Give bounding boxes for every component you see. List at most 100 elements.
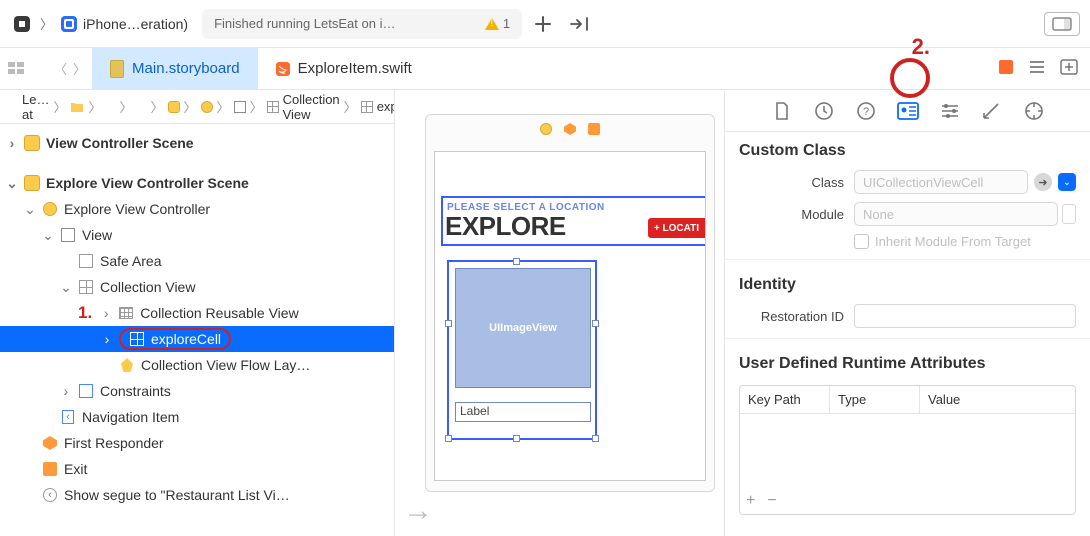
module-stepper[interactable] <box>1062 204 1076 224</box>
tree-label: First Responder <box>64 435 164 451</box>
class-dropdown-button[interactable]: ⌄ <box>1058 173 1076 191</box>
annotation-1-circle: exploreCell <box>119 328 231 350</box>
udr-col-keypath[interactable]: Key Path <box>740 386 830 413</box>
exit-icon[interactable] <box>588 123 600 135</box>
add-tab-button[interactable] <box>528 9 558 39</box>
tree-row-firstresponder[interactable]: First Responder <box>0 430 394 456</box>
user-defined-attributes-table[interactable]: Key Path Type Value + − <box>739 385 1076 515</box>
tree-label: Collection View Flow Lay… <box>141 357 310 373</box>
help-inspector-tab[interactable]: ? <box>855 100 877 122</box>
library-toggle-button[interactable] <box>1044 12 1080 36</box>
tab-main-storyboard[interactable]: Main.storyboard <box>92 48 258 90</box>
scene-card[interactable]: PLEASE SELECT A LOCATION EXPLORE + LOCAT… <box>425 114 715 492</box>
annotation-1: 1. <box>78 303 92 323</box>
resize-handle-icon[interactable] <box>592 435 599 442</box>
folder-icon <box>70 100 84 114</box>
disclosure-right-icon[interactable]: › <box>60 383 72 399</box>
jump-to-class-button[interactable]: ➜ <box>1034 173 1052 191</box>
tree-row-explorecell[interactable]: › exploreCell <box>0 326 394 352</box>
tree-row-controller[interactable]: ⌄ Explore View Controller <box>0 196 394 222</box>
inherit-checkbox[interactable] <box>854 234 869 249</box>
tree-row-flowlayout[interactable]: Collection View Flow Lay… <box>0 352 394 378</box>
disclosure-right-icon[interactable]: › <box>6 135 18 151</box>
activity-status[interactable]: Finished running LetsEat on i… 1 <box>202 9 522 39</box>
identity-inspector-tab[interactable] <box>897 100 919 122</box>
header-title: EXPLORE <box>445 211 566 242</box>
tree-row-safearea[interactable]: Safe Area <box>0 248 394 274</box>
header-reusable-view[interactable]: PLEASE SELECT A LOCATION EXPLORE + LOCAT… <box>441 196 705 246</box>
jump-crumb[interactable]: Le…at <box>22 92 49 122</box>
storyboard-file-icon <box>110 60 124 78</box>
view-icon <box>234 100 246 114</box>
tree-label: View <box>82 227 112 243</box>
inspector-panel: ? Custom Class Class UICollectionViewCel… <box>725 90 1090 536</box>
add-editor-button[interactable] <box>1060 59 1078 78</box>
field-inherit: Inherit Module From Target <box>725 230 1090 253</box>
disclosure-right-icon[interactable]: › <box>100 305 112 321</box>
jump-crumb[interactable]: exploreCell <box>377 99 394 114</box>
location-button[interactable]: + LOCATI <box>648 218 705 238</box>
issue-count-button[interactable]: 1 <box>485 16 510 31</box>
udr-add-button[interactable]: + <box>746 492 755 510</box>
first-responder-icon[interactable] <box>564 123 576 135</box>
module-combo[interactable]: None <box>854 202 1058 226</box>
file-inspector-tab[interactable] <box>771 100 793 122</box>
cell-label[interactable]: Label <box>455 402 591 422</box>
tree-row-segue[interactable]: ‹ Show segue to "Restaurant List Vi… <box>0 482 394 508</box>
disclosure-down-icon[interactable]: ⌄ <box>24 201 36 218</box>
adjust-editor-button[interactable] <box>1028 59 1046 78</box>
connections-inspector-tab[interactable] <box>1023 100 1045 122</box>
storyboard-canvas[interactable]: PLEASE SELECT A LOCATION EXPLORE + LOCAT… <box>395 90 725 536</box>
history-forward-button[interactable]: 〉 <box>73 59 86 78</box>
attributes-inspector-tab[interactable] <box>939 100 961 122</box>
uiimageview-placeholder[interactable]: UIImageView <box>455 268 591 388</box>
code-review-button[interactable] <box>564 9 594 39</box>
explore-cell[interactable]: UIImageView Label <box>447 260 597 440</box>
tree-row-scene[interactable]: › View Controller Scene <box>0 130 394 156</box>
disclosure-right-icon[interactable]: › <box>101 331 113 347</box>
tree-row-exit[interactable]: Exit <box>0 456 394 482</box>
resize-handle-icon[interactable] <box>513 258 520 265</box>
resize-handle-icon[interactable] <box>445 435 452 442</box>
scene-toolbar <box>426 115 714 143</box>
tree-label: Navigation Item <box>82 409 179 425</box>
disclosure-down-icon[interactable]: ⌄ <box>6 175 18 192</box>
section-custom-class: Custom Class <box>725 132 1090 166</box>
history-inspector-tab[interactable] <box>813 100 835 122</box>
controller-icon[interactable] <box>540 123 552 135</box>
field-class: Class UICollectionViewCell ➜ ⌄ <box>725 166 1090 198</box>
tree-label: Explore View Controller <box>64 201 210 217</box>
warning-count: 1 <box>503 16 510 31</box>
cell-label-text: Label <box>460 404 489 418</box>
navigator-toggle[interactable] <box>0 62 48 76</box>
jump-crumb[interactable]: Collection View <box>283 92 340 122</box>
resize-handle-icon[interactable] <box>592 320 599 327</box>
tree-row-scene[interactable]: ⌄ Explore View Controller Scene <box>0 170 394 196</box>
related-items-button[interactable] <box>998 60 1014 77</box>
udr-col-value[interactable]: Value <box>920 386 1075 413</box>
stop-button[interactable] <box>10 12 34 36</box>
tree-label: Safe Area <box>100 253 162 269</box>
restoration-id-input[interactable] <box>854 304 1076 328</box>
resize-handle-icon[interactable] <box>513 435 520 442</box>
disclosure-down-icon[interactable]: ⌄ <box>60 279 72 296</box>
udr-col-type[interactable]: Type <box>830 386 920 413</box>
tree-row-view[interactable]: ⌄ View <box>0 222 394 248</box>
size-inspector-tab[interactable] <box>981 100 1003 122</box>
run-destination[interactable]: iPhone…eration) <box>59 10 188 38</box>
storyboard-file-icon <box>106 100 116 114</box>
disclosure-down-icon[interactable]: ⌄ <box>42 227 54 244</box>
tree-row-constraints[interactable]: › Constraints <box>0 378 394 404</box>
field-module: Module None <box>725 198 1090 230</box>
resize-handle-icon[interactable] <box>445 320 452 327</box>
section-udr: User Defined Runtime Attributes <box>725 345 1090 379</box>
history-back-button[interactable]: 〈 <box>54 59 67 78</box>
tree-row-collectionview[interactable]: ⌄ Collection View <box>0 274 394 300</box>
class-combo[interactable]: UICollectionViewCell <box>854 170 1028 194</box>
tab-exploreitem-swift[interactable]: ExploreItem.swift <box>258 48 430 90</box>
scene-body[interactable]: PLEASE SELECT A LOCATION EXPLORE + LOCAT… <box>434 151 706 481</box>
jump-bar[interactable]: Le…at〉 〉 〉 〉 〉 〉 〉 Collection View〉 expl… <box>0 90 394 124</box>
udr-remove-button[interactable]: − <box>767 492 776 510</box>
tree-row-reusableview[interactable]: 1. › Collection Reusable View <box>0 300 394 326</box>
tree-row-navitem[interactable]: ‹ Navigation Item <box>0 404 394 430</box>
